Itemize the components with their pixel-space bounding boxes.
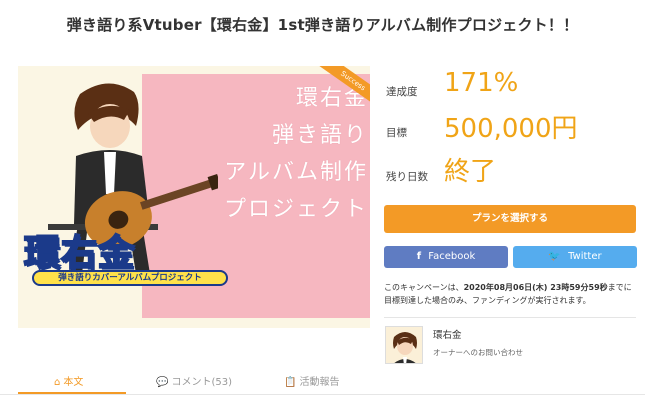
- achievement-value: 171%: [444, 68, 519, 98]
- hero-logo: 環右金: [23, 232, 136, 275]
- owner-divider: [384, 317, 636, 318]
- tab-activity-report-label: 活動報告: [299, 377, 340, 388]
- achievement-label: 達成度: [386, 86, 418, 98]
- owner-contact-link[interactable]: オーナーへのお問い合わせ: [433, 347, 523, 358]
- home-icon: ⌂: [54, 377, 61, 388]
- facebook-share-label: Facebook: [428, 251, 476, 262]
- select-plan-button[interactable]: プランを選択する: [384, 205, 636, 233]
- owner-avatar[interactable]: [385, 326, 423, 364]
- tabs-divider: [0, 394, 645, 395]
- twitter-icon: 🐦: [548, 251, 561, 262]
- tab-comments[interactable]: 💬 コメント(53): [156, 373, 232, 388]
- twitter-share-label: Twitter: [568, 251, 602, 262]
- remaining-days-label: 残り日数: [386, 171, 428, 183]
- tab-comments-label: コメント(53): [171, 377, 232, 388]
- funding-deadline: 2020年08月06日(木) 23時59分59秒: [463, 283, 608, 292]
- owner-avatar-illustration: [393, 332, 417, 363]
- owner-name-link[interactable]: 環右金: [433, 327, 462, 341]
- funding-notice-prefix: このキャンペーンは、: [384, 283, 464, 292]
- facebook-icon: f: [416, 251, 422, 262]
- remaining-days-value: 終了: [444, 157, 497, 187]
- tab-activity-report[interactable]: 📋 活動報告: [284, 373, 339, 388]
- tab-main-text[interactable]: ⌂ 本文: [54, 373, 83, 388]
- twitter-share-button[interactable]: 🐦 Twitter: [513, 246, 637, 268]
- project-hero-image: 環右金 弾き語り アルバム制作 プロジェクト Success 環右金 弾き語りカ…: [18, 66, 370, 328]
- goal-value: 500,000円: [444, 114, 578, 144]
- tab-main-text-label: 本文: [63, 377, 84, 388]
- goal-label: 目標: [386, 127, 407, 139]
- facebook-share-button[interactable]: f Facebook: [384, 246, 508, 268]
- clipboard-icon: 📋: [284, 377, 297, 388]
- comment-icon: 💬: [156, 377, 169, 388]
- funding-notice: このキャンペーンは、2020年08月06日(木) 23時59分59秒までに目標到…: [384, 281, 636, 307]
- hero-logo-subtitle: 弾き語りカバーアルバムプロジェクト: [32, 270, 228, 286]
- project-title: 弾き語り系Vtuber【環右金】1st弾き語りアルバム制作プロジェクト！！: [66, 16, 579, 34]
